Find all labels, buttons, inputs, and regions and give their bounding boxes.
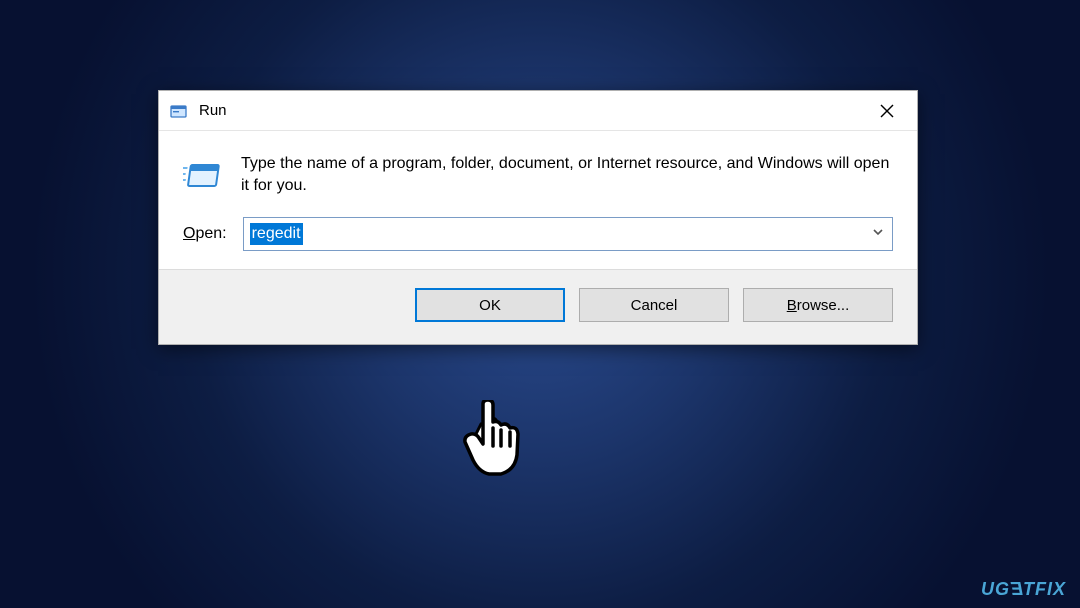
cursor-pointer-icon [455, 400, 535, 495]
run-dialog: Run Type the name of [158, 90, 918, 345]
titlebar[interactable]: Run [159, 91, 917, 131]
watermark: UGETFIX [981, 579, 1066, 600]
run-program-icon [183, 157, 223, 197]
close-icon [880, 104, 894, 118]
cancel-button[interactable]: Cancel [579, 288, 729, 322]
open-combobox[interactable]: regedit [243, 217, 893, 251]
open-label: Open: [183, 225, 227, 243]
browse-button[interactable]: Browse... [743, 288, 893, 322]
chevron-down-icon[interactable] [872, 225, 884, 243]
browse-button-label: Browse... [787, 297, 850, 314]
open-row: Open: regedit [183, 217, 893, 251]
close-button[interactable] [865, 96, 909, 126]
dialog-footer: OK Cancel Browse... [159, 269, 917, 344]
ok-button-label: OK [479, 297, 501, 314]
run-titlebar-icon [169, 101, 189, 121]
cancel-button-label: Cancel [631, 297, 678, 314]
dialog-description: Type the name of a program, folder, docu… [241, 153, 893, 196]
dialog-title: Run [199, 102, 865, 119]
dialog-body: Type the name of a program, folder, docu… [159, 131, 917, 269]
open-input-value: regedit [250, 223, 303, 244]
ok-button[interactable]: OK [415, 288, 565, 322]
